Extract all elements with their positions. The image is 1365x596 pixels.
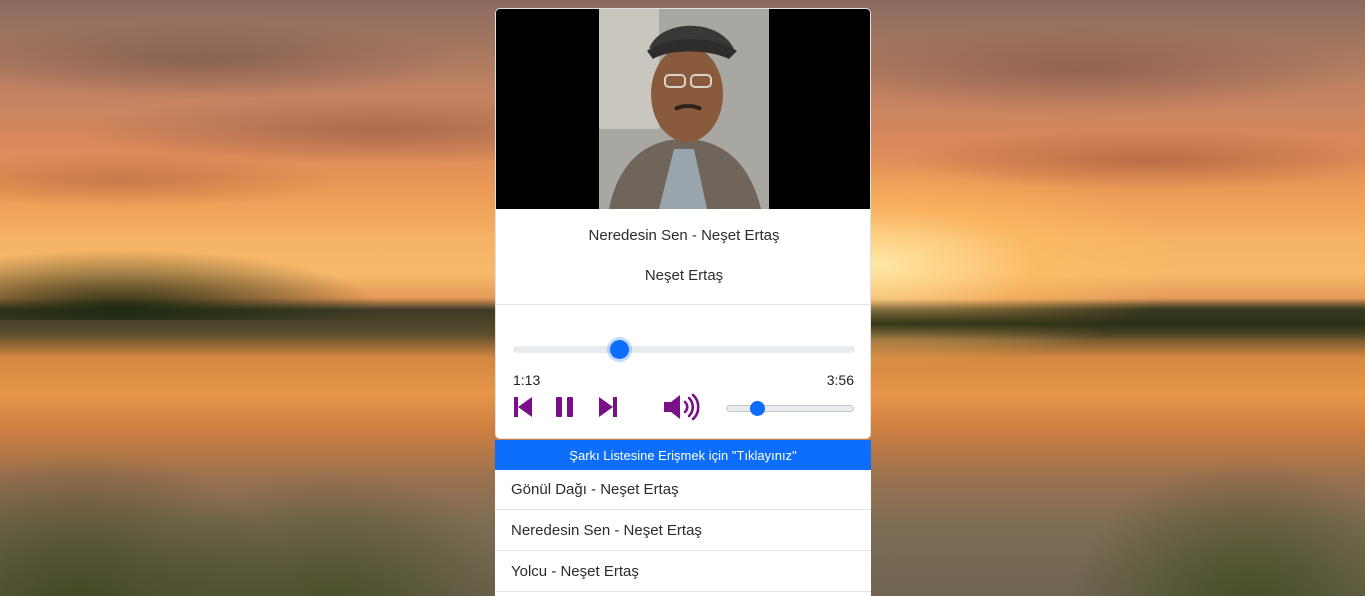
volume-high-icon (664, 393, 700, 421)
previous-button[interactable] (510, 393, 536, 421)
volume-button[interactable] (661, 393, 703, 421)
artist-photo (599, 9, 769, 209)
album-cover-area (496, 9, 870, 209)
playlist: Gönül Dağı - Neşet Ertaş Neredesin Sen -… (495, 470, 871, 596)
playlist-item[interactable]: Gönül Dağı - Neşet Ertaş (495, 470, 871, 510)
volume-slider[interactable] (726, 401, 854, 416)
playlist-item[interactable]: Neredesin Sen - Neşet Ertaş (495, 511, 871, 551)
background-trees-right (870, 300, 1365, 340)
next-button[interactable] (595, 393, 621, 421)
total-time: 3:56 (826, 372, 854, 388)
seek-slider-fill (513, 346, 620, 353)
skip-back-icon (514, 397, 532, 417)
artist-name: Neşet Ertaş (644, 267, 724, 284)
skip-forward-icon (599, 397, 617, 417)
song-title: Neredesin Sen - Neşet Ertaş (588, 227, 780, 244)
volume-slider-thumb[interactable] (750, 401, 766, 416)
background-trees-left (0, 240, 500, 320)
seek-slider-thumb[interactable] (610, 340, 630, 359)
playlist-toggle-button[interactable]: Şarkı Listesine Erişmek için "Tıklayınız… (495, 440, 871, 470)
pause-icon (556, 397, 573, 417)
music-player-card: Neredesin Sen - Neşet Ertaş Neşet Ertaş … (495, 8, 871, 439)
current-time: 1:13 (513, 372, 541, 388)
seek-slider[interactable] (513, 340, 855, 359)
playlist-item[interactable]: Yolcu - Neşet Ertaş (495, 552, 871, 592)
divider (496, 304, 870, 305)
pause-button[interactable] (552, 393, 578, 421)
